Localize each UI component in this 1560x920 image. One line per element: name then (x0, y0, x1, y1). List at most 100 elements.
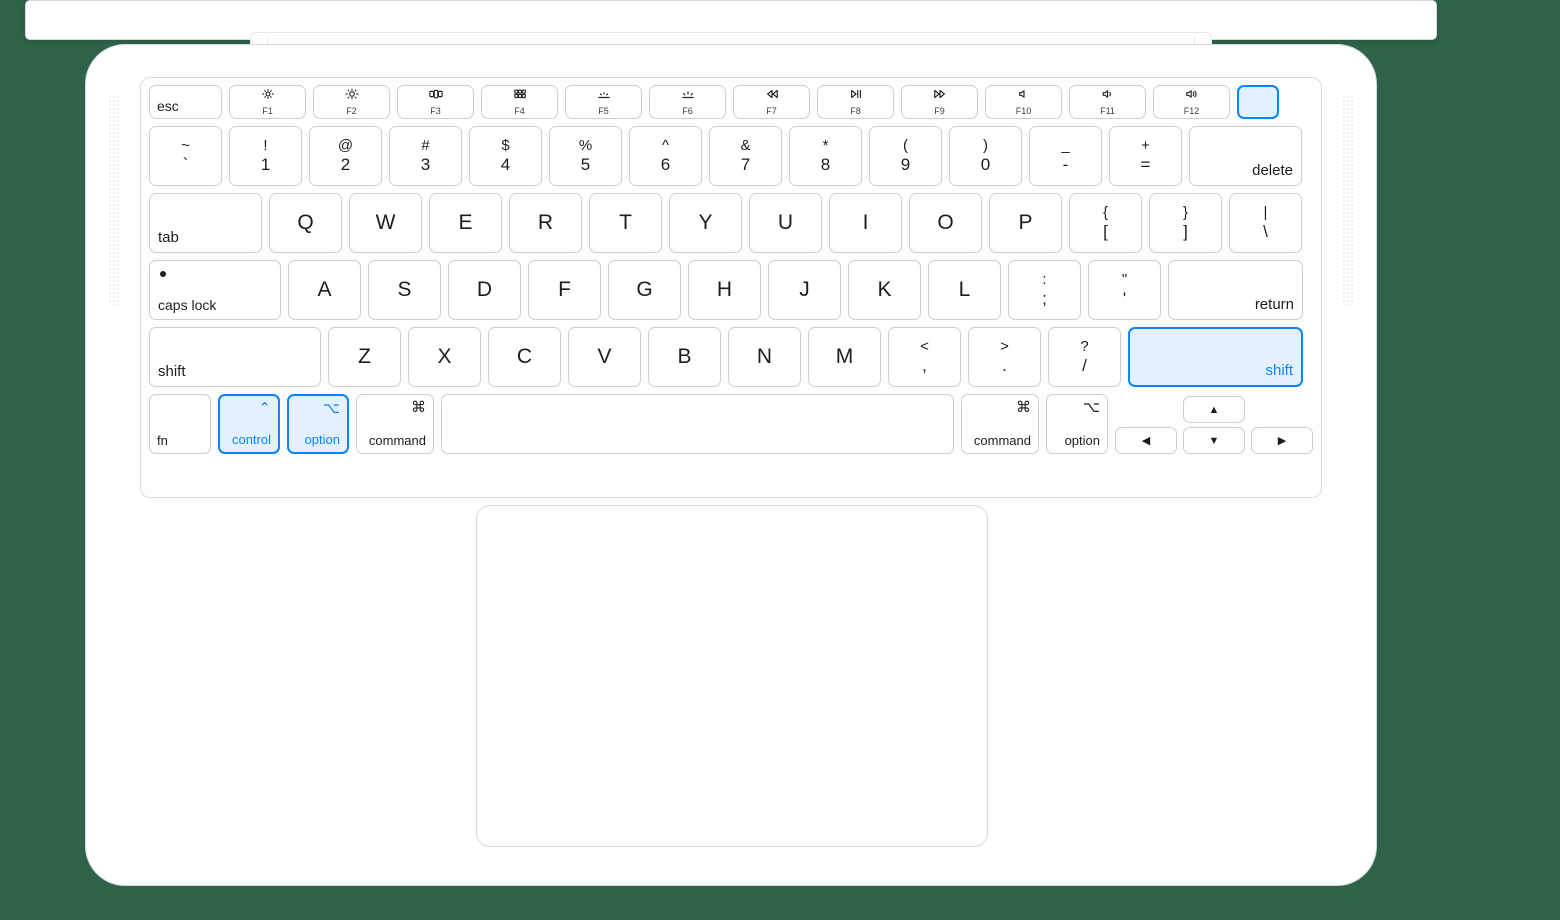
key-1[interactable]: !1 (229, 126, 302, 186)
key-left-command[interactable]: ⌘command (356, 394, 434, 454)
key-f3[interactable]: F3 (397, 85, 474, 119)
key-m[interactable]: M (808, 327, 881, 387)
key-f7[interactable]: F7 (733, 85, 810, 119)
key-tab[interactable]: tab (149, 193, 262, 253)
key-b[interactable]: B (648, 327, 721, 387)
command-symbol-icon: ⌘ (1016, 400, 1031, 415)
key-arrow-up[interactable]: ▲ (1183, 396, 1245, 423)
key-period[interactable]: >. (968, 327, 1041, 387)
kbd-brightness-down-icon (597, 88, 611, 104)
key-arrow-left[interactable]: ◀ (1115, 427, 1177, 454)
key-f8[interactable]: F8 (817, 85, 894, 119)
key-q[interactable]: Q (269, 193, 342, 253)
speaker-grille-right (1342, 95, 1354, 305)
key-6[interactable]: ^6 (629, 126, 702, 186)
key-p[interactable]: P (989, 193, 1062, 253)
key-c[interactable]: C (488, 327, 561, 387)
row-function: esc F1 F2 F3 F4 (149, 85, 1313, 119)
key-5[interactable]: %5 (549, 126, 622, 186)
key-7[interactable]: &7 (709, 126, 782, 186)
key-right-shift[interactable]: shift (1128, 327, 1303, 387)
key-f1[interactable]: F1 (229, 85, 306, 119)
row-numbers: ~` !1 @2 #3 $4 %5 ^6 &7 *8 (9 )0 _- += d… (149, 126, 1313, 186)
key-2[interactable]: @2 (309, 126, 382, 186)
play-pause-icon (849, 88, 863, 104)
key-f12[interactable]: F12 (1153, 85, 1230, 119)
key-escape[interactable]: esc (149, 85, 222, 119)
key-semicolon[interactable]: :; (1008, 260, 1081, 320)
brightness-up-icon (345, 88, 359, 104)
key-l[interactable]: L (928, 260, 1001, 320)
key-left-shift[interactable]: shift (149, 327, 321, 387)
key-x[interactable]: X (408, 327, 481, 387)
command-symbol-icon: ⌘ (411, 400, 426, 415)
key-w[interactable]: W (349, 193, 422, 253)
key-a[interactable]: A (288, 260, 361, 320)
key-f6[interactable]: F6 (649, 85, 726, 119)
key-0[interactable]: )0 (949, 126, 1022, 186)
key-j[interactable]: J (768, 260, 841, 320)
key-o[interactable]: O (909, 193, 982, 253)
key-s[interactable]: S (368, 260, 441, 320)
key-v[interactable]: V (568, 327, 641, 387)
key-h[interactable]: H (688, 260, 761, 320)
key-n[interactable]: N (728, 327, 801, 387)
key-z[interactable]: Z (328, 327, 401, 387)
key-f2[interactable]: F2 (313, 85, 390, 119)
key-delete[interactable]: delete (1189, 126, 1302, 186)
key-d[interactable]: D (448, 260, 521, 320)
f-label: F1 (262, 106, 273, 116)
key-quote[interactable]: "' (1088, 260, 1161, 320)
f-label: F6 (682, 106, 693, 116)
key-right-option[interactable]: ⌥option (1046, 394, 1108, 454)
key-f9[interactable]: F9 (901, 85, 978, 119)
key-left-bracket[interactable]: {[ (1069, 193, 1142, 253)
key-arrow-down[interactable]: ▼ (1183, 427, 1245, 454)
f-label: F3 (430, 106, 441, 116)
key-f4[interactable]: F4 (481, 85, 558, 119)
key-backslash[interactable]: |\ (1229, 193, 1302, 253)
key-g[interactable]: G (608, 260, 681, 320)
key-caps-lock[interactable]: caps lock (149, 260, 281, 320)
caps-lock-indicator (160, 271, 166, 277)
option-symbol-icon: ⌥ (1083, 400, 1100, 415)
control-symbol-icon: ⌃ (258, 401, 271, 416)
key-9[interactable]: (9 (869, 126, 942, 186)
mute-icon (1017, 88, 1031, 104)
key-left-option[interactable]: ⌥option (287, 394, 349, 454)
key-backtick[interactable]: ~` (149, 126, 222, 186)
key-r[interactable]: R (509, 193, 582, 253)
key-k[interactable]: K (848, 260, 921, 320)
key-f[interactable]: F (528, 260, 601, 320)
key-space[interactable] (441, 394, 954, 454)
key-f5[interactable]: F5 (565, 85, 642, 119)
laptop-body: esc F1 F2 F3 F4 (85, 44, 1377, 886)
key-touch-id[interactable] (1237, 85, 1279, 119)
key-f10[interactable]: F10 (985, 85, 1062, 119)
key-arrow-right[interactable]: ▶ (1251, 427, 1313, 454)
row-qwerty: tab Q W E R T Y U I O P {[ }] |\ (149, 193, 1313, 253)
key-4[interactable]: $4 (469, 126, 542, 186)
key-fn[interactable]: fn (149, 394, 211, 454)
key-u[interactable]: U (749, 193, 822, 253)
key-y[interactable]: Y (669, 193, 742, 253)
launchpad-icon (513, 88, 527, 104)
row-bottom: fn ⌃control ⌥option ⌘command ⌘command ⌥o… (149, 394, 1313, 454)
volume-up-icon (1185, 88, 1199, 104)
key-8[interactable]: *8 (789, 126, 862, 186)
key-right-command[interactable]: ⌘command (961, 394, 1039, 454)
key-comma[interactable]: <, (888, 327, 961, 387)
key-e[interactable]: E (429, 193, 502, 253)
key-3[interactable]: #3 (389, 126, 462, 186)
key-minus[interactable]: _- (1029, 126, 1102, 186)
row-asdf: caps lock A S D F G H J K L :; "' return (149, 260, 1313, 320)
key-return[interactable]: return (1168, 260, 1303, 320)
key-t[interactable]: T (589, 193, 662, 253)
key-left-control[interactable]: ⌃control (218, 394, 280, 454)
trackpad[interactable] (476, 505, 988, 847)
key-slash[interactable]: ?/ (1048, 327, 1121, 387)
key-i[interactable]: I (829, 193, 902, 253)
key-equals[interactable]: += (1109, 126, 1182, 186)
key-f11[interactable]: F11 (1069, 85, 1146, 119)
key-right-bracket[interactable]: }] (1149, 193, 1222, 253)
